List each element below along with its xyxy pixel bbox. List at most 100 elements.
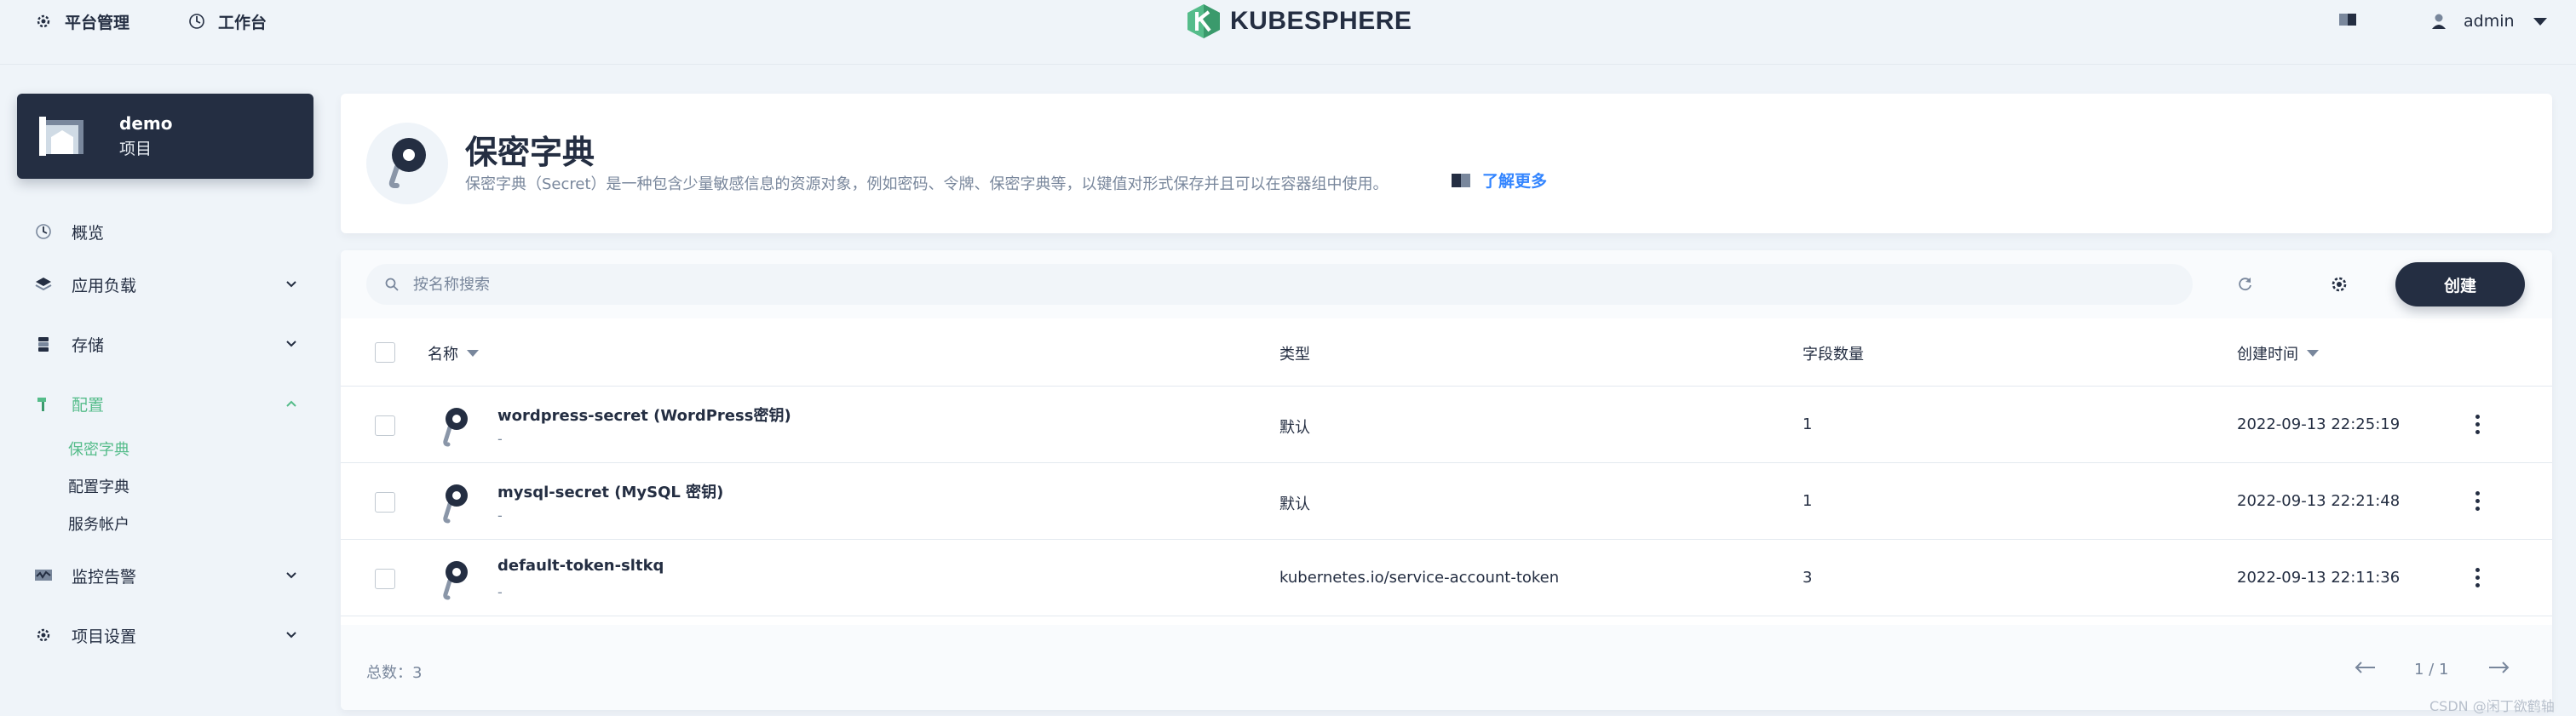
- sidebar-subitem-secrets[interactable]: 保密字典: [68, 434, 129, 463]
- project-type-label: 项目: [119, 140, 152, 158]
- monitor-icon: [34, 566, 53, 585]
- kubesphere-logo[interactable]: KUBESPHERE: [1186, 2, 1412, 41]
- secret-created-time: 2022-09-13 22:25:19: [2237, 415, 2401, 433]
- book-icon: [1452, 173, 1470, 187]
- sidebar-item-storage[interactable]: 存储: [34, 327, 298, 361]
- gear-icon: [2332, 277, 2347, 292]
- row-checkbox[interactable]: [375, 415, 395, 436]
- key-icon: [443, 408, 468, 447]
- secret-key-icon: [366, 123, 448, 204]
- search-bar[interactable]: [366, 264, 2193, 305]
- project-name: demo: [119, 113, 173, 134]
- secret-description: -: [497, 431, 503, 447]
- more-options-icon[interactable]: [2467, 487, 2487, 514]
- key-icon: [443, 484, 468, 524]
- chevron-up-icon: [286, 400, 296, 407]
- chevron-down-icon: [286, 572, 296, 579]
- project-icon: [39, 117, 83, 156]
- sort-icon: [467, 350, 479, 357]
- select-all-checkbox[interactable]: [375, 342, 395, 363]
- search-input[interactable]: [413, 275, 2117, 294]
- secret-name-link[interactable]: default-token-sltkq: [497, 557, 664, 575]
- learn-more-link[interactable]: 了解更多: [1450, 169, 1547, 192]
- top-bar: 平台管理 工作台 KUBESPHERE admin: [0, 0, 2576, 44]
- sidebar-item-app-workloads[interactable]: 应用负载: [34, 267, 298, 301]
- sidebar-item-project-settings[interactable]: 项目设置: [34, 618, 298, 652]
- table-header: 名称 类型 字段数量 创建时间: [341, 318, 2552, 387]
- chevron-down-icon: [286, 281, 296, 288]
- sidebar-item-label: 应用负载: [72, 276, 137, 295]
- page-indicator: 1 / 1: [2414, 661, 2449, 679]
- top-divider: [0, 64, 2576, 65]
- page-header: 保密字典 保密字典（Secret）是一种包含少量敏感信息的资源对象，例如密码、令…: [341, 94, 2552, 233]
- arrow-left-icon: [2355, 662, 2375, 673]
- workbench-button[interactable]: 工作台: [187, 7, 267, 36]
- more-options-icon[interactable]: [2467, 564, 2487, 591]
- refresh-icon: [2239, 278, 2251, 291]
- create-button[interactable]: 创建: [2395, 262, 2525, 306]
- key-icon: [443, 561, 468, 600]
- logo-text: KUBESPHERE: [1230, 7, 1412, 35]
- secret-type: 默认: [1279, 419, 1310, 437]
- sort-icon: [2307, 350, 2319, 357]
- table-row: wordpress-secret (WordPress密钥) - 默认 1 20…: [341, 387, 2552, 463]
- column-header-fields: 字段数量: [1803, 346, 1864, 364]
- sidebar-item-label: 配置: [72, 395, 105, 415]
- total-count: 总数：3: [366, 664, 423, 682]
- secret-type: kubernetes.io/service-account-token: [1279, 569, 1560, 587]
- page-title: 保密字典: [465, 134, 595, 171]
- secret-created-time: 2022-09-13 22:11:36: [2237, 569, 2401, 587]
- secret-field-count: 3: [1803, 569, 1813, 587]
- secret-created-time: 2022-09-13 22:21:48: [2237, 492, 2401, 510]
- dashboard-icon: [187, 12, 206, 31]
- sidebar-subitem-configmaps[interactable]: 配置字典: [68, 472, 129, 501]
- database-icon: [34, 335, 53, 353]
- sidebar-item-monitoring[interactable]: 监控告警: [34, 558, 298, 593]
- page-description: 保密字典（Secret）是一种包含少量敏感信息的资源对象，例如密码、令牌、保密字…: [465, 175, 1389, 193]
- secrets-table-card: 创建 名称 类型 字段数量 创建时间 wordpress-secret (Wor…: [341, 250, 2552, 710]
- secret-field-count: 1: [1803, 415, 1813, 433]
- sidebar-item-overview[interactable]: 概览: [34, 215, 298, 249]
- row-checkbox[interactable]: [375, 569, 395, 589]
- user-menu[interactable]: admin: [2429, 7, 2547, 36]
- column-header-name[interactable]: 名称: [428, 342, 479, 364]
- more-options-icon[interactable]: [2467, 410, 2487, 438]
- dashboard-icon: [34, 222, 53, 241]
- platform-management-button[interactable]: 平台管理: [34, 7, 129, 36]
- secret-name-link[interactable]: mysql-secret (MySQL 密钥): [497, 480, 723, 502]
- sidebar-item-label: 项目设置: [72, 627, 137, 646]
- workbench-label: 工作台: [218, 13, 267, 32]
- book-icon[interactable]: [2337, 10, 2358, 29]
- search-icon: [385, 278, 399, 291]
- table-toolbar: 创建: [341, 250, 2552, 318]
- hammer-icon: [34, 394, 53, 413]
- learn-more-label: 了解更多: [1482, 172, 1548, 191]
- chevron-down-icon: [2533, 17, 2547, 26]
- sidebar-item-config[interactable]: 配置: [34, 387, 298, 421]
- next-page-button[interactable]: [2487, 656, 2511, 679]
- chevron-down-icon: [286, 341, 296, 347]
- secret-name-link[interactable]: wordpress-secret (WordPress密钥): [497, 404, 791, 426]
- prev-page-button[interactable]: [2353, 656, 2377, 679]
- secret-description: -: [497, 507, 503, 524]
- project-selector[interactable]: demo 项目: [17, 94, 313, 179]
- watermark: CSDN @闲丁欲鹤轴: [2429, 698, 2555, 714]
- table-settings-button[interactable]: [2326, 271, 2353, 298]
- gear-icon: [34, 12, 53, 31]
- table-footer: 总数：3 1 / 1: [341, 625, 2552, 710]
- table-row: mysql-secret (MySQL 密钥) - 默认 1 2022-09-1…: [341, 463, 2552, 540]
- user-icon: [2429, 12, 2448, 31]
- refresh-button[interactable]: [2232, 271, 2259, 298]
- column-header-created[interactable]: 创建时间: [2237, 342, 2319, 364]
- arrow-right-icon: [2489, 662, 2510, 673]
- row-checkbox[interactable]: [375, 492, 395, 513]
- column-header-type: 类型: [1279, 346, 1310, 364]
- chevron-down-icon: [286, 632, 296, 639]
- table-row: default-token-sltkq - kubernetes.io/serv…: [341, 540, 2552, 616]
- column-header-label: 名称: [428, 346, 458, 364]
- sidebar-subitem-service-accounts[interactable]: 服务帐户: [68, 509, 129, 538]
- column-header-label: 创建时间: [2237, 346, 2298, 364]
- platform-management-label: 平台管理: [65, 13, 130, 32]
- secret-field-count: 1: [1803, 492, 1813, 510]
- layers-icon: [34, 275, 53, 294]
